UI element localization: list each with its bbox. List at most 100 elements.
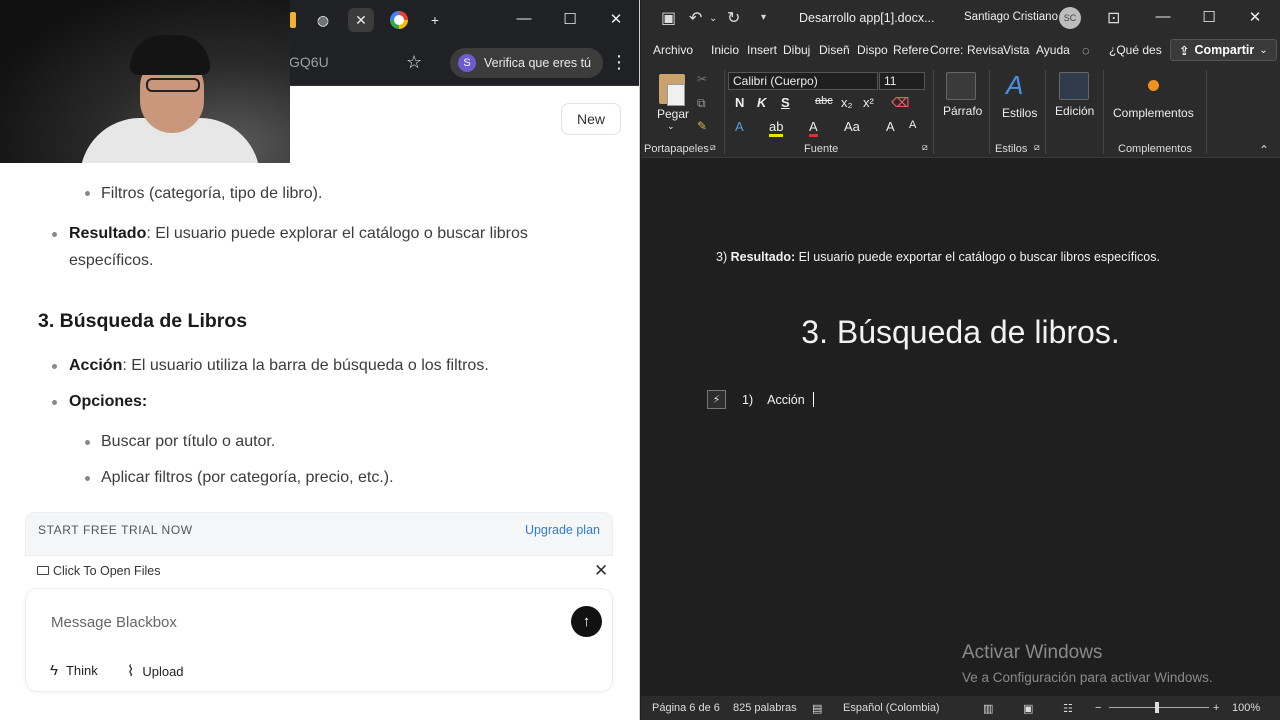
styles-label[interactable]: Estilos — [1002, 106, 1037, 120]
text-effects-icon[interactable]: A — [735, 119, 744, 134]
strikethrough-button[interactable]: abc — [815, 95, 833, 107]
underline-button[interactable]: S — [781, 95, 790, 110]
redo-icon[interactable]: ↻ — [727, 8, 740, 28]
minimize-icon[interactable]: — — [514, 10, 534, 27]
send-button[interactable]: ↑ — [571, 606, 602, 637]
tab-inicio[interactable]: Inicio — [711, 43, 739, 57]
editing-label[interactable]: Edición — [1055, 104, 1094, 118]
language[interactable]: Español (Colombia) — [843, 702, 940, 714]
format-painter-icon[interactable]: ✎ — [697, 119, 707, 133]
shrink-font-icon[interactable]: A — [909, 119, 916, 131]
highlight-icon[interactable]: ab — [769, 119, 784, 137]
tab-disposicion[interactable]: Dispo — [857, 43, 888, 57]
open-files-label[interactable]: Click To Open Files — [53, 564, 160, 578]
collapse-ribbon-icon[interactable]: ⌃ — [1259, 143, 1269, 157]
superscript-button[interactable]: x² — [863, 95, 874, 110]
zoom-level[interactable]: 100% — [1232, 702, 1260, 714]
addins-icon[interactable] — [1148, 80, 1159, 91]
upload-button[interactable]: ⌇ Upload — [127, 662, 184, 680]
verify-profile-chip[interactable]: S Verifica que eres tú — [450, 48, 604, 78]
paste-icon[interactable] — [659, 74, 685, 106]
upgrade-plan-link[interactable]: Upgrade plan — [525, 523, 600, 537]
italic-button[interactable]: K — [757, 95, 766, 110]
avatar[interactable]: SC — [1059, 7, 1081, 29]
tab-favicon[interactable] — [290, 12, 296, 28]
tab-correspondencia[interactable]: Corre: — [930, 43, 963, 57]
zoom-in-icon[interactable]: + — [1213, 702, 1219, 714]
tab-dibujar[interactable]: Dibuj — [783, 43, 810, 57]
tab-revisar[interactable]: Revisa — [967, 43, 1004, 57]
dialog-launcher-icon[interactable]: ⧄ — [710, 142, 716, 153]
document-heading[interactable]: 3. Búsqueda de libros. — [641, 314, 1280, 351]
word-count[interactable]: 825 palabras — [733, 702, 797, 714]
chevron-down-icon[interactable]: ⌄ — [667, 121, 675, 132]
close-icon[interactable]: ✕ — [594, 561, 608, 581]
close-window-icon[interactable]: ✕ — [606, 10, 626, 28]
dialog-launcher-icon[interactable]: ⧄ — [922, 142, 928, 153]
document-list-item[interactable]: ⚡ 1) Acción — [707, 390, 814, 409]
page-count[interactable]: Página 6 de 6 — [652, 702, 720, 714]
document-paragraph[interactable]: 3) Resultado: El usuario puede exportar … — [716, 250, 1160, 264]
tab-archivo[interactable]: Archivo — [653, 43, 693, 57]
tab-ayuda[interactable]: Ayuda — [1036, 43, 1070, 57]
globe-icon[interactable]: ◍ — [310, 8, 336, 32]
url-text[interactable]: GQ6U — [289, 54, 329, 70]
styles-icon[interactable]: A — [1006, 70, 1023, 101]
dialog-launcher-icon[interactable]: ⧄ — [1034, 142, 1040, 153]
close-tab-icon[interactable]: ✕ — [348, 8, 374, 32]
more-menu-icon[interactable]: ⋮ — [610, 52, 628, 73]
change-case-icon[interactable]: Aa — [844, 119, 860, 134]
google-tab[interactable] — [386, 8, 412, 32]
paragraph-label[interactable]: Párrafo — [943, 104, 982, 118]
bold-button[interactable]: N — [735, 95, 744, 110]
zoom-slider-thumb[interactable] — [1155, 702, 1159, 713]
tab-diseno[interactable]: Diseñ — [819, 43, 850, 57]
read-mode-icon[interactable]: ▥ — [983, 702, 993, 715]
font-name-select[interactable]: Calibri (Cuerpo) — [728, 72, 878, 90]
search-icon[interactable] — [1059, 72, 1089, 100]
open-files-bar[interactable]: Click To Open Files ✕ — [25, 556, 613, 588]
save-icon[interactable]: ▣ — [661, 8, 676, 28]
think-button[interactable]: ϟ Think — [50, 662, 98, 679]
subscript-button[interactable]: x₂ — [841, 95, 853, 110]
copy-icon[interactable]: ⧉ — [697, 96, 706, 111]
web-layout-icon[interactable]: ☷ — [1063, 702, 1073, 715]
text-cursor — [812, 392, 814, 407]
close-window-icon[interactable]: ✕ — [1245, 8, 1265, 26]
share-button[interactable]: ⇪ Compartir ⌄ — [1170, 39, 1277, 61]
message-input[interactable]: Message Blackbox — [51, 614, 177, 631]
new-chat-button[interactable]: New — [561, 103, 621, 135]
tab-vista[interactable]: Vista — [1003, 43, 1029, 57]
clear-formatting-icon[interactable]: ⌫ — [891, 95, 909, 111]
list-text: Acción — [767, 392, 805, 407]
zoom-out-icon[interactable]: − — [1095, 702, 1101, 714]
maximize-icon[interactable]: ☐ — [1199, 8, 1219, 26]
grow-font-icon[interactable]: A — [886, 119, 895, 134]
font-color-icon[interactable]: A — [809, 119, 818, 137]
divider — [933, 70, 934, 154]
undo-dropdown-icon[interactable]: ⌄ — [709, 13, 717, 24]
cut-icon[interactable]: ✂ — [697, 72, 707, 86]
paste-label[interactable]: Pegar — [657, 107, 689, 121]
tab-referencias[interactable]: Refere — [893, 43, 929, 57]
message-composer[interactable]: Message Blackbox ↑ ϟ Think ⌇ Upload — [25, 588, 613, 692]
undo-icon[interactable]: ↶ — [689, 8, 702, 28]
zoom-slider[interactable] — [1109, 707, 1209, 708]
minimize-icon[interactable]: — — [1153, 8, 1173, 25]
lightbulb-icon[interactable]: ◌ — [1082, 43, 1090, 58]
document-canvas[interactable]: 3) Resultado: El usuario puede exportar … — [641, 158, 1280, 696]
user-name[interactable]: Santiago Cristiano — [964, 11, 1058, 23]
new-tab-icon[interactable]: + — [422, 8, 448, 32]
autocorrect-options-icon[interactable]: ⚡ — [707, 390, 726, 409]
print-layout-icon[interactable]: ▣ — [1023, 702, 1033, 715]
maximize-icon[interactable]: ☐ — [560, 10, 580, 28]
ribbon-display-icon[interactable]: ⊡ — [1107, 8, 1120, 28]
tell-me-box[interactable]: ¿Qué des — [1109, 43, 1162, 57]
addins-label[interactable]: Complementos — [1113, 106, 1194, 120]
bookmark-star-icon[interactable]: ☆ — [406, 52, 422, 73]
customize-toolbar-icon[interactable]: ▾ — [761, 12, 766, 23]
tab-insertar[interactable]: Insert — [747, 43, 777, 57]
paragraph-icon[interactable] — [946, 72, 976, 100]
font-size-select[interactable]: 11 — [879, 72, 925, 90]
focus-icon[interactable]: ▤ — [812, 702, 822, 715]
